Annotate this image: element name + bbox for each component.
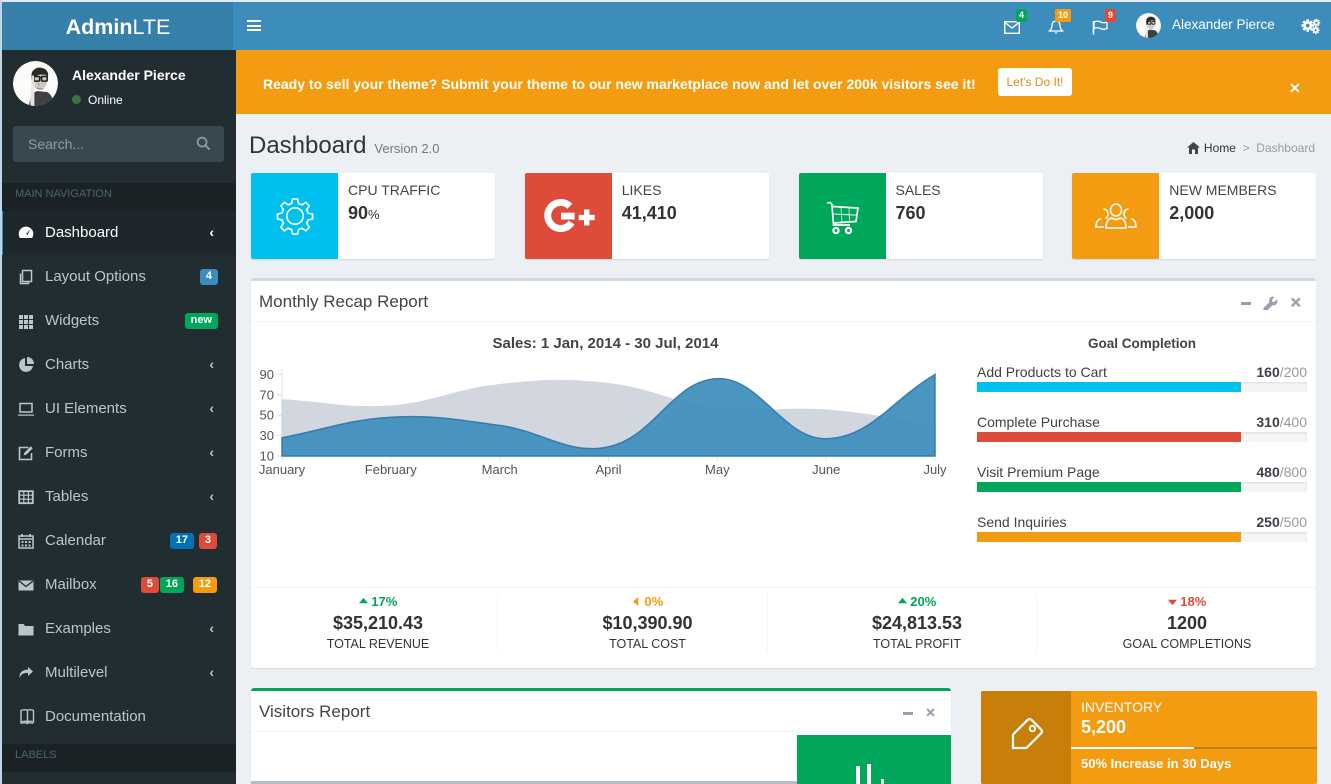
svg-text:90: 90	[260, 367, 274, 382]
svg-text:30: 30	[260, 428, 274, 443]
svg-text:April: April	[595, 462, 621, 477]
svg-text:July: July	[923, 462, 947, 477]
svg-text:February: February	[365, 462, 418, 477]
svg-text:50: 50	[260, 408, 274, 423]
svg-text:70: 70	[260, 387, 274, 402]
svg-text:January: January	[259, 462, 306, 477]
svg-text:June: June	[812, 462, 840, 477]
svg-text:May: May	[705, 462, 730, 477]
svg-text:March: March	[482, 462, 518, 477]
